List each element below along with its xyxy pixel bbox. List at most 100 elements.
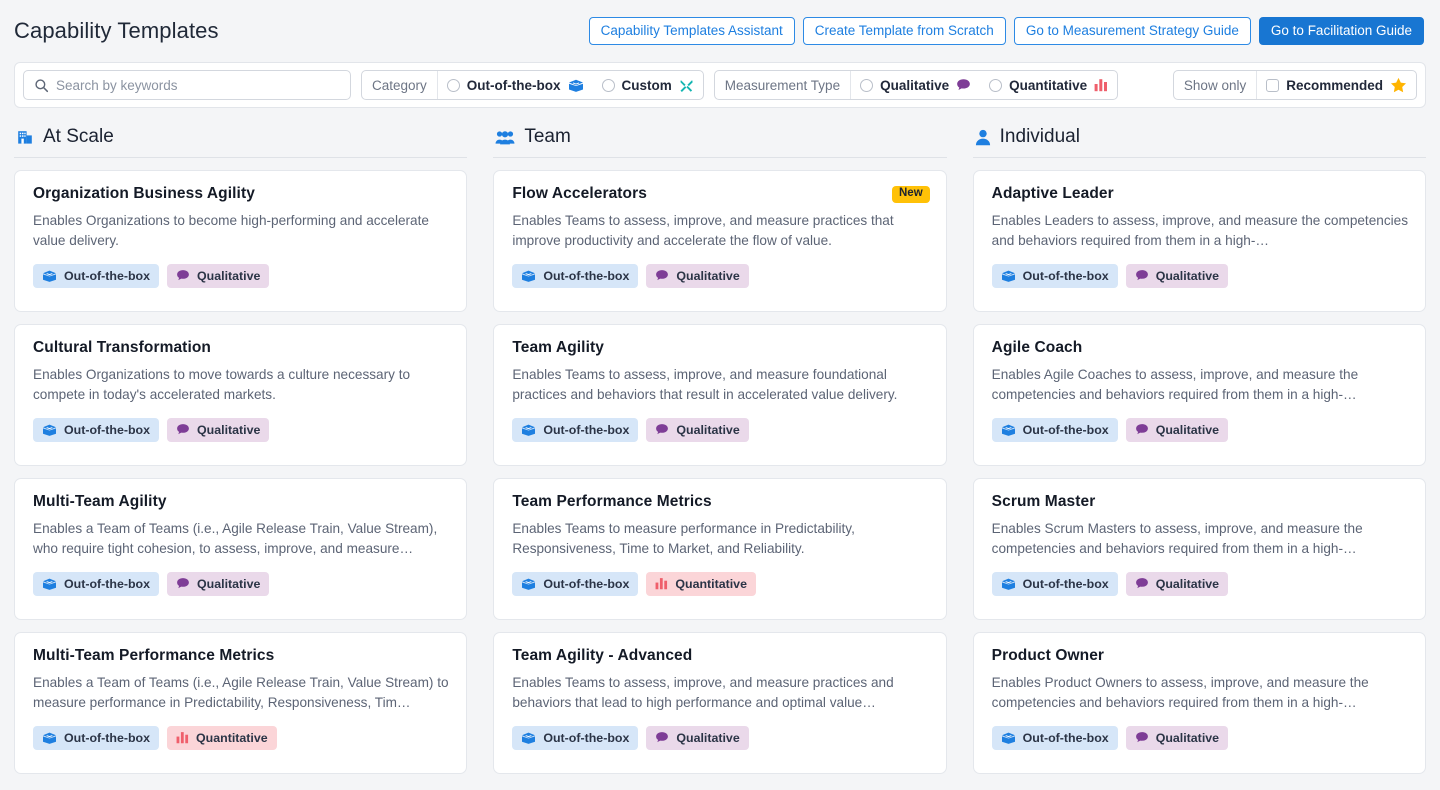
template-card[interactable]: Adaptive Leader Enables Leaders to assess…	[972, 170, 1426, 312]
card-tag-ootb: Out-of-the-box	[33, 263, 160, 288]
search-icon	[34, 78, 49, 93]
template-card[interactable]: Multi-Team Performance Metrics Enables a …	[14, 632, 468, 774]
card-tag-label: Qualitative	[1155, 576, 1220, 591]
header-actions: Capability Templates Assistant Create Tem…	[588, 17, 1424, 45]
card-tag-label: Out-of-the-box	[1022, 422, 1109, 437]
measurement-option-quantitative[interactable]: Quantitative	[980, 71, 1117, 99]
card-tags: Out-of-the-box Qualitative	[33, 263, 450, 288]
card-tags: Out-of-the-box Qualitative	[33, 571, 450, 596]
card-title: Agile Coach	[991, 339, 1083, 356]
radio-quantitative[interactable]	[989, 78, 1003, 92]
card-tag-qualitative: Qualitative	[167, 417, 270, 442]
open-box-icon	[1001, 269, 1016, 283]
category-option-custom[interactable]: Custom	[593, 71, 703, 99]
header-action-button-3[interactable]: Go to Facilitation Guide	[1258, 17, 1424, 45]
card-list: Flow Accelerators New Enables Teams to ass…	[493, 158, 947, 774]
card-title: Product Owner	[991, 647, 1105, 664]
checkbox-recommended[interactable]	[1266, 78, 1280, 92]
card-tags: Out-of-the-box Qualitative	[991, 571, 1409, 596]
header-action-button-0[interactable]: Capability Templates Assistant	[588, 17, 795, 45]
person-icon	[975, 129, 991, 146]
card-tag-label: Quantitative	[675, 576, 747, 591]
measurement-option-qualitative[interactable]: Qualitative	[851, 71, 980, 99]
card-tag-qualitative: Qualitative	[1125, 571, 1229, 596]
template-card[interactable]: Agile Coach Enables Agile Coaches to asse…	[972, 324, 1426, 466]
card-tag-label: Qualitative	[1155, 730, 1220, 745]
card-tags: Out-of-the-box Quantitative	[512, 571, 929, 596]
card-tag-ootb: Out-of-the-box	[991, 571, 1118, 596]
radio-custom[interactable]	[601, 78, 615, 92]
column-title: Individual	[999, 126, 1080, 147]
card-tag-qualitative: Qualitative	[167, 263, 270, 288]
card-tag-ootb: Out-of-the-box	[33, 417, 160, 442]
template-card[interactable]: Organization Business Agility Enables Org…	[14, 170, 468, 312]
category-filter-label: Category	[362, 71, 438, 99]
open-box-icon	[521, 577, 536, 591]
show-only-option-recommended[interactable]: Recommended	[1257, 71, 1416, 99]
card-tag-qualitative: Qualitative	[1125, 725, 1229, 750]
radio-out-of-the-box[interactable]	[446, 78, 460, 92]
radio-qualitative[interactable]	[860, 78, 874, 92]
column-header: Team	[493, 120, 947, 158]
open-box-icon	[42, 269, 57, 283]
speech-bubble-icon	[176, 423, 190, 436]
bar-chart-icon	[1094, 78, 1108, 92]
card-tag-qualitative: Qualitative	[646, 725, 749, 750]
template-card[interactable]: Cultural Transformation Enables Organizat…	[14, 324, 468, 466]
open-box-icon	[42, 423, 57, 437]
card-title: Organization Business Agility	[33, 185, 255, 202]
card-tag-qualitative: Qualitative	[646, 417, 749, 442]
column-header: Individual	[972, 120, 1426, 158]
card-description: Enables Teams to assess, improve, and me…	[512, 366, 898, 402]
card-tag-label: Out-of-the-box	[64, 422, 151, 437]
card-title: Scrum Master	[991, 493, 1096, 510]
card-header: Organization Business Agility	[33, 185, 450, 204]
header-action-button-2[interactable]: Go to Measurement Strategy Guide	[1013, 17, 1251, 45]
template-card[interactable]: Multi-Team Agility Enables a Team of Team…	[14, 478, 468, 620]
card-tag-ootb: Out-of-the-box	[33, 571, 160, 596]
speech-bubble-icon	[956, 78, 971, 92]
template-card[interactable]: Team Performance Metrics Enables Teams to…	[493, 478, 947, 620]
card-description: Enables Organizations to move towards a …	[33, 366, 411, 402]
card-tags: Out-of-the-box Qualitative	[512, 417, 929, 442]
card-tag-ootb: Out-of-the-box	[512, 417, 639, 442]
column-header: At Scale	[14, 120, 468, 158]
bar-chart-icon	[176, 731, 189, 744]
card-description: Enables Product Owners to assess, improv…	[991, 674, 1369, 710]
template-column: At Scale Organization Business Agility Ena…	[14, 120, 468, 774]
open-box-icon	[1001, 577, 1016, 591]
measurement-option-label-quantitative: Quantitative	[1009, 77, 1088, 93]
header-action-button-1[interactable]: Create Template from Scratch	[802, 17, 1006, 45]
card-tag-label: Out-of-the-box	[543, 576, 630, 591]
card-tag-qualitative: Qualitative	[646, 263, 749, 288]
template-card[interactable]: Flow Accelerators New Enables Teams to ass…	[493, 170, 947, 312]
open-box-icon	[521, 423, 536, 437]
template-card[interactable]: Team Agility Enables Teams to assess, imp…	[493, 324, 947, 466]
card-header: Team Agility	[512, 339, 929, 358]
card-tag-label: Qualitative	[1155, 422, 1220, 437]
card-title: Team Performance Metrics	[512, 493, 712, 510]
filter-bar: Search by keywords Category Out-of-the-b…	[14, 62, 1426, 108]
search-placeholder: Search by keywords	[56, 77, 178, 93]
card-tag-label: Qualitative	[1155, 268, 1220, 283]
people-group-icon	[495, 129, 515, 146]
card-tag-qualitative: Qualitative	[1125, 263, 1229, 288]
card-description: Enables Teams to measure performance in …	[512, 520, 855, 556]
template-card[interactable]: Product Owner Enables Product Owners to a…	[972, 632, 1426, 774]
template-columns: At Scale Organization Business Agility Ena…	[0, 108, 1440, 774]
template-card[interactable]: Scrum Master Enables Scrum Masters to ass…	[972, 478, 1426, 620]
speech-bubble-icon	[655, 269, 669, 282]
card-description: Enables a Team of Teams (i.e., Agile Rel…	[33, 520, 438, 556]
open-box-icon	[521, 731, 536, 745]
card-header: Flow Accelerators New	[512, 185, 930, 204]
search-input[interactable]: Search by keywords	[23, 70, 351, 100]
category-option-out-of-the-box[interactable]: Out-of-the-box	[438, 71, 593, 99]
card-tag-qualitative: Qualitative	[1125, 417, 1229, 442]
card-title: Flow Accelerators	[512, 185, 647, 202]
bar-chart-icon	[655, 577, 668, 590]
card-description: Enables a Team of Teams (i.e., Agile Rel…	[33, 674, 449, 710]
capability-templates-page: Capability Templates Capability Template…	[0, 0, 1440, 790]
open-box-icon	[1001, 731, 1016, 745]
template-card[interactable]: Team Agility - Advanced Enables Teams to …	[493, 632, 947, 774]
card-tag-label: Out-of-the-box	[1022, 576, 1109, 591]
